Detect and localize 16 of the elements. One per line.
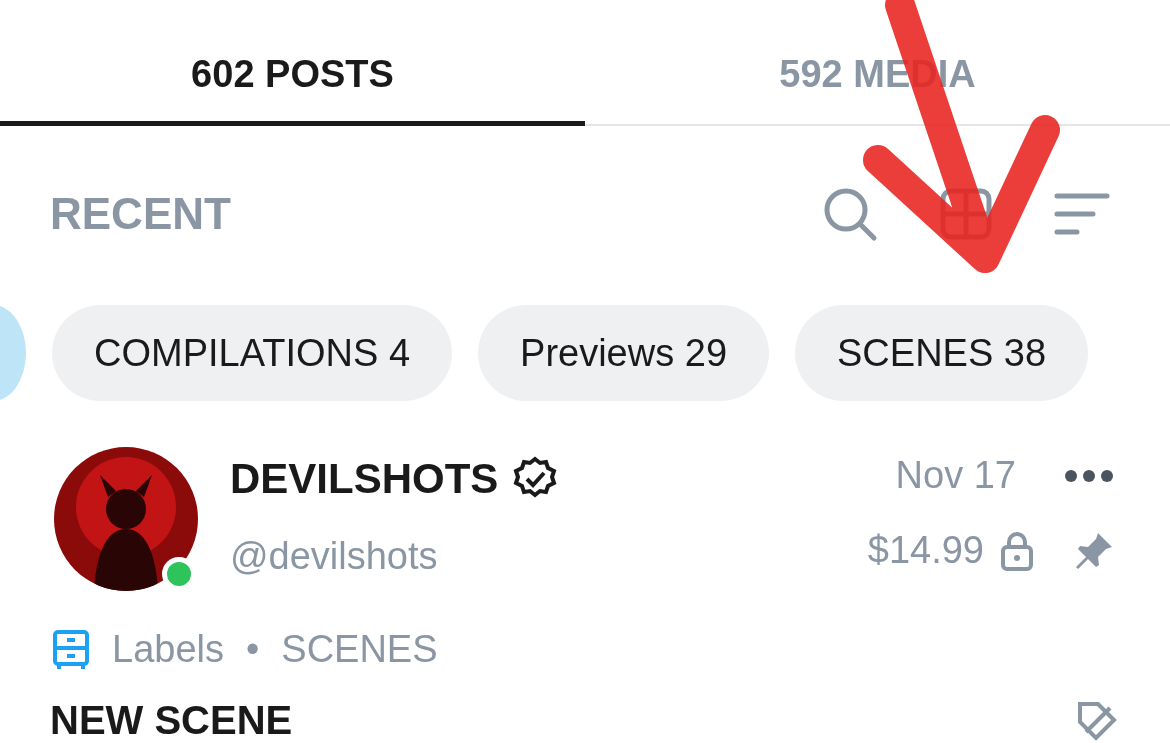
tab[interactable]: 602 POSTS — [0, 0, 585, 126]
search-icon[interactable] — [822, 186, 878, 242]
separator: • — [246, 627, 260, 672]
filter-chip[interactable]: SCENES 38 — [795, 305, 1089, 401]
filter-chip[interactable]: COMPILATIONS 4 — [52, 305, 453, 401]
sort-icon[interactable] — [1054, 192, 1110, 236]
filter-chip[interactable]: Previews 29 — [478, 305, 769, 401]
post-date: Nov 17 — [895, 453, 1016, 498]
pin-icon[interactable] — [1074, 530, 1114, 571]
more-icon[interactable] — [1064, 468, 1114, 483]
author-name[interactable]: DEVILSHOTS — [230, 447, 499, 510]
post-price: $14.99 — [867, 528, 984, 573]
post-title: NEW SCENE — [50, 700, 293, 742]
tag-icon[interactable] — [1076, 700, 1118, 742]
section-title: RECENT — [50, 188, 231, 240]
drawer-icon — [52, 628, 90, 671]
